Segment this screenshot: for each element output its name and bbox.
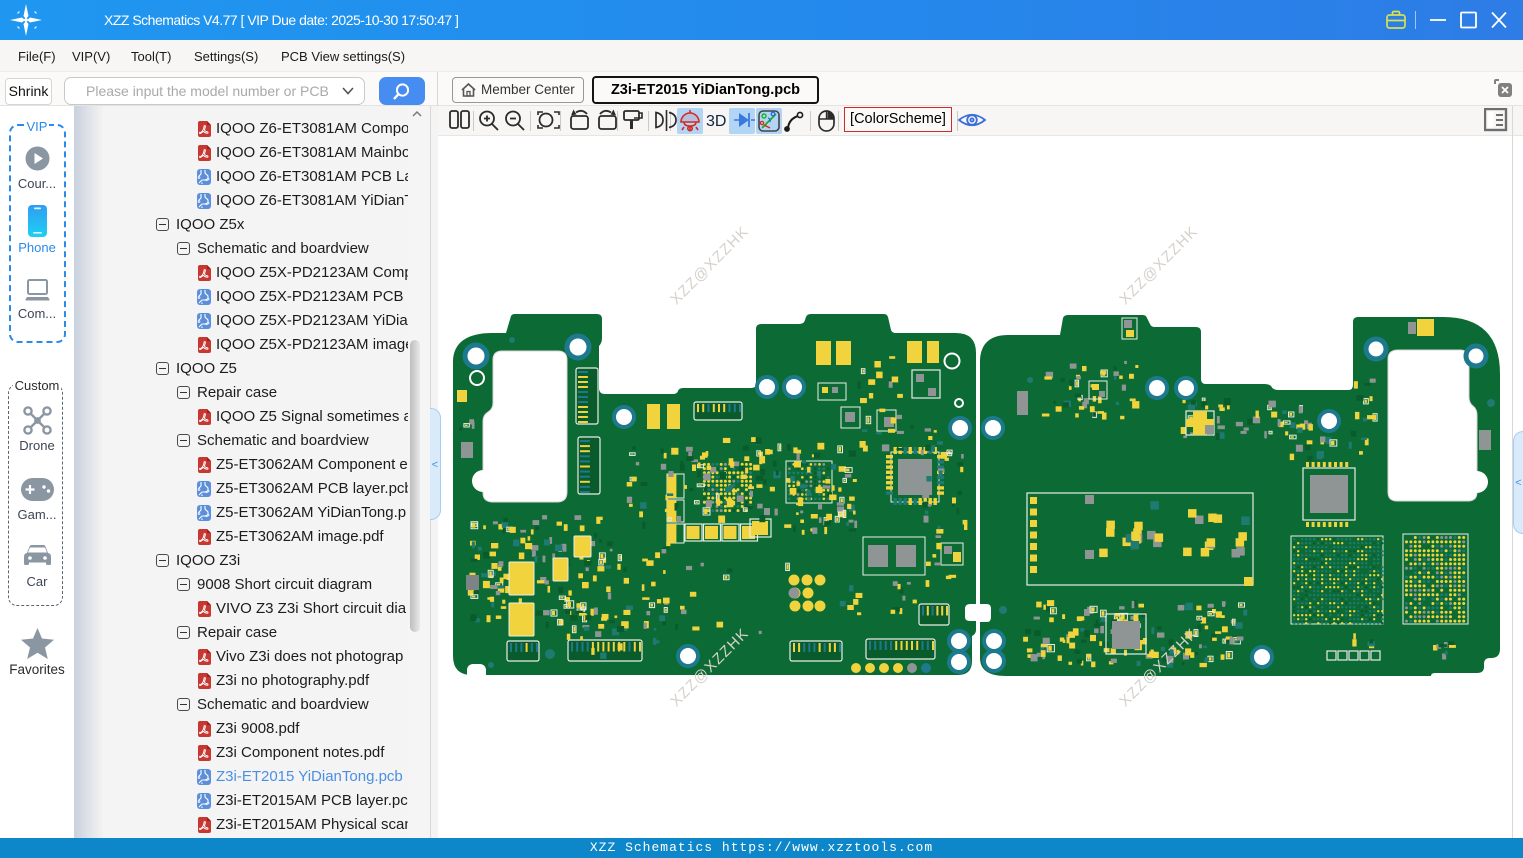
svg-text:3D: 3D [706,113,726,130]
